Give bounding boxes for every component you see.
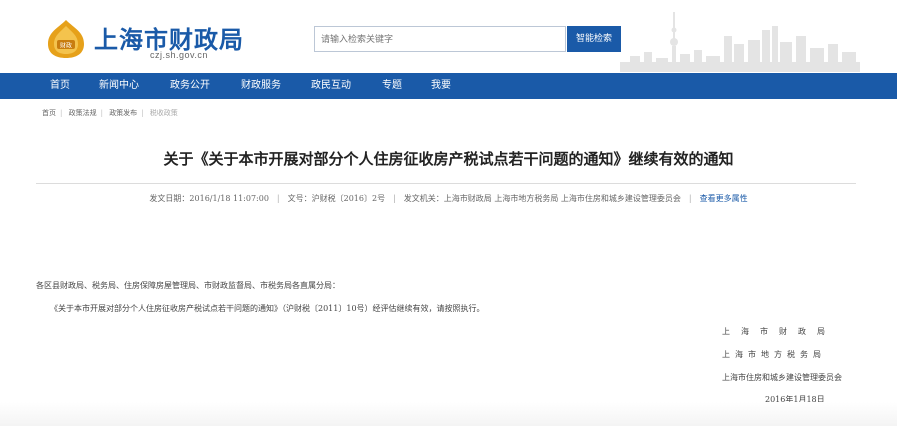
article-meta: 发文日期：2016/1/18 11:07:00 | 文号：沪财税〔2016〕2号 | 发… — [0, 193, 897, 204]
breadcrumb-home[interactable]: 首页 — [42, 109, 56, 117]
meta-separator: | — [276, 194, 280, 203]
breadcrumb-separator: | — [100, 109, 103, 117]
main-nav: 首页 新闻中心 政务公开 财政服务 政民互动 专题 我要 — [0, 73, 897, 99]
search-button[interactable]: 智能检索 — [567, 26, 621, 52]
nav-item-news[interactable]: 新闻中心 — [99, 73, 139, 99]
meta-issuer: 发文机关：上海市财政局 上海市地方税务局 上海市住房和城乡建设管理委员会 — [403, 194, 681, 203]
meta-date: 发文日期：2016/1/18 11:07:00 — [149, 194, 269, 203]
site-url: czj.sh.gov.cn — [150, 50, 208, 60]
article-salutation: 各区县财政局、税务局、住房保障房屋管理局、市财政监督局、市税务局各直属分局： — [36, 281, 340, 290]
more-attributes-link[interactable]: 查看更多属性 — [700, 194, 748, 203]
site-header: 财政 上海市财政局 czj.sh.gov.cn 智能检索 — [0, 0, 897, 72]
signature-finance-bureau: 上海市财政局 — [722, 327, 836, 336]
breadcrumb-separator: | — [141, 109, 144, 117]
logo-icon[interactable]: 财政 — [42, 18, 90, 60]
nav-item-finance-service[interactable]: 财政服务 — [241, 73, 281, 99]
nav-item-gov-affairs[interactable]: 政务公开 — [170, 73, 210, 99]
svg-text:财政: 财政 — [60, 42, 72, 50]
breadcrumb-policy-law[interactable]: 政策法规 — [69, 109, 97, 117]
signature-tax-bureau: 上海市地方税务局 — [722, 350, 826, 359]
nav-item-home[interactable]: 首页 — [50, 73, 70, 99]
bottom-fade — [0, 402, 897, 426]
search-input[interactable] — [315, 28, 567, 52]
breadcrumb-policy-release[interactable]: 政策发布 — [109, 109, 137, 117]
meta-separator: | — [393, 194, 396, 203]
nav-item-i-want[interactable]: 我要 — [431, 73, 451, 99]
breadcrumb-current: 税收政策 — [149, 109, 178, 117]
article-title: 关于《关于本市开展对部分个人住房征收房产税试点若干问题的通知》继续有效的通知 — [163, 150, 734, 168]
title-divider — [36, 183, 856, 184]
article-paragraph: 《关于本市开展对部分个人住房征收房产税试点若干问题的通知》（沪财税〔2011〕1… — [50, 304, 485, 313]
nav-item-interaction[interactable]: 政民互动 — [311, 73, 351, 99]
meta-separator: | — [688, 194, 692, 203]
breadcrumb-separator: | — [60, 109, 63, 117]
skyline-illustration — [620, 12, 860, 72]
breadcrumb: 首页 | 政策法规 | 政策发布 | 税收政策 — [42, 108, 182, 118]
meta-doc-number: 文号：沪财税〔2016〕2号 — [287, 194, 386, 203]
search-box — [314, 26, 567, 52]
signature-housing-committee: 上海市住房和城乡建设管理委员会 — [722, 373, 842, 382]
nav-item-topics[interactable]: 专题 — [382, 73, 402, 99]
